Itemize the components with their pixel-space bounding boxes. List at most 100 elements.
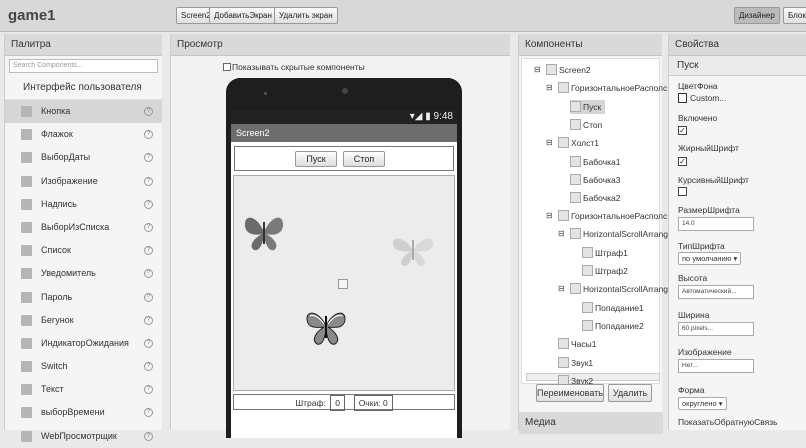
palette-item[interactable]: Switch? bbox=[5, 355, 162, 378]
properties-panel: Свойства Пуск ЦветФона Custom... Включен… bbox=[668, 34, 806, 430]
help-icon[interactable]: ? bbox=[144, 292, 153, 302]
shape-select[interactable]: округлено ▾ bbox=[678, 397, 727, 410]
tree-node[interactable]: ⊟ ГоризонтальноеРасполс bbox=[546, 209, 667, 223]
remove-screen-button[interactable]: Удалить экран bbox=[274, 7, 338, 24]
tree-node[interactable]: ⊟ Холст1 bbox=[546, 136, 599, 150]
tree-node[interactable]: ⊟ Screen2 bbox=[534, 63, 591, 77]
bg-color-picker[interactable]: Custom... bbox=[678, 93, 726, 103]
fontsize-input[interactable]: 14.0 bbox=[678, 217, 754, 231]
palette-item[interactable]: Список? bbox=[5, 239, 162, 262]
tree-node-label: Стоп bbox=[583, 120, 603, 130]
tree-node[interactable]: Штраф1 bbox=[582, 246, 628, 260]
component-icon bbox=[570, 192, 581, 203]
enabled-checkbox[interactable]: ✓ bbox=[678, 126, 687, 135]
help-icon[interactable]: ? bbox=[144, 199, 153, 209]
tree-node[interactable]: Бабочка2 bbox=[570, 191, 621, 205]
palette-item[interactable]: Пароль? bbox=[5, 286, 162, 309]
palette-item-icon bbox=[21, 152, 32, 164]
tree-node[interactable]: Попадание1 bbox=[582, 301, 644, 315]
component-icon bbox=[558, 137, 569, 148]
help-icon[interactable]: ? bbox=[144, 269, 153, 279]
help-icon[interactable]: ? bbox=[144, 385, 153, 395]
palette-item[interactable]: ВыборДаты? bbox=[5, 146, 162, 169]
help-icon[interactable]: ? bbox=[144, 246, 153, 256]
help-icon[interactable]: ? bbox=[144, 431, 153, 441]
components-panel: Компоненты ⊟ Screen2 ⊟ ГоризонтальноеРаспол… bbox=[518, 34, 668, 434]
tree-node[interactable]: ⊟ HorizontalScrollArrang bbox=[558, 282, 668, 296]
butterfly3-sprite[interactable] bbox=[390, 232, 436, 268]
tree-node-label: Попадание1 bbox=[595, 303, 644, 313]
enabled-label: Включено bbox=[678, 113, 718, 123]
collapse-toggle-icon[interactable]: ⊟ bbox=[558, 282, 565, 296]
component-tree: ⊟ Screen2 ⊟ ГоризонтальноеРасполс Пуск Стоп ⊟ Х… bbox=[521, 58, 668, 386]
tree-node[interactable]: Бабочка3 bbox=[570, 173, 621, 187]
phone-mockup: ▾◢ ▮ 9:48 Screen2 Пуск Стоп Штраф: 0 Очк… bbox=[226, 78, 462, 438]
palette-item[interactable]: ВыборИзСписка? bbox=[5, 216, 162, 239]
help-icon[interactable]: ? bbox=[144, 222, 153, 232]
palette-item[interactable]: Флажок? bbox=[5, 123, 162, 146]
help-icon[interactable]: ? bbox=[144, 176, 153, 186]
tree-node[interactable]: Штраф2 bbox=[582, 264, 628, 278]
palette-item-label: Список bbox=[41, 245, 71, 256]
help-icon[interactable]: ? bbox=[144, 338, 153, 348]
butterfly2-sprite[interactable] bbox=[304, 308, 348, 346]
palette-item-label: Надпись bbox=[41, 198, 77, 209]
designer-button[interactable]: Дизайнер bbox=[734, 7, 780, 24]
palette-item[interactable]: Изображение? bbox=[5, 170, 162, 193]
collapse-toggle-icon[interactable]: ⊟ bbox=[558, 227, 565, 241]
palette-item[interactable]: ИндикаторОжидания? bbox=[5, 332, 162, 355]
button-row: Пуск Стоп bbox=[234, 146, 454, 171]
help-icon[interactable]: ? bbox=[144, 107, 153, 116]
signal-icon: ▾◢ ▮ bbox=[409, 111, 434, 122]
palette-item[interactable]: WebПросмотрщик? bbox=[5, 425, 162, 448]
start-button[interactable]: Пуск bbox=[295, 151, 337, 167]
height-label: Высота bbox=[678, 273, 708, 283]
butterfly1-sprite[interactable] bbox=[242, 212, 286, 252]
tree-node[interactable]: Стоп bbox=[570, 118, 602, 132]
palette-item[interactable]: Уведомитель? bbox=[5, 262, 162, 285]
help-icon[interactable]: ? bbox=[144, 315, 153, 325]
palette-item[interactable]: Кнопка? bbox=[5, 100, 162, 124]
collapse-toggle-icon[interactable]: ⊟ bbox=[546, 81, 553, 95]
tree-node[interactable]: Бабочка1 bbox=[570, 155, 621, 169]
palette-category[interactable]: Интерфейс пользователя bbox=[5, 76, 162, 100]
tree-node[interactable]: Звук1 bbox=[558, 356, 593, 370]
palette-item[interactable]: выборВремени? bbox=[5, 401, 162, 424]
camera-dot bbox=[342, 88, 348, 94]
collapse-toggle-icon[interactable]: ⊟ bbox=[546, 209, 553, 223]
component-icon bbox=[546, 64, 557, 75]
tree-node[interactable]: Пуск bbox=[570, 100, 606, 114]
collapse-toggle-icon[interactable]: ⊟ bbox=[534, 63, 541, 77]
height-input[interactable]: Автоматический... bbox=[678, 285, 754, 299]
show-hidden-checkbox[interactable]: Показывать скрытые компоненты bbox=[223, 62, 365, 72]
tree-node-label: Бабочка3 bbox=[583, 175, 621, 185]
blocks-button[interactable]: Блоки bbox=[783, 7, 806, 24]
stop-button[interactable]: Стоп bbox=[343, 151, 385, 167]
bold-checkbox[interactable]: ✓ bbox=[678, 157, 687, 166]
typeface-select[interactable]: по умолчанию ▾ bbox=[678, 252, 742, 265]
tree-node[interactable]: ⊟ ГоризонтальноеРасполс bbox=[546, 81, 667, 95]
search-input[interactable]: Search Components... bbox=[9, 59, 158, 73]
image-input[interactable]: Нет... bbox=[678, 359, 754, 373]
palette-item[interactable]: Надпись? bbox=[5, 193, 162, 216]
delete-button[interactable]: Удалить bbox=[608, 384, 652, 402]
help-icon[interactable]: ? bbox=[144, 362, 153, 372]
score-label: Очки: bbox=[358, 398, 381, 408]
help-icon[interactable]: ? bbox=[144, 153, 153, 163]
help-icon[interactable]: ? bbox=[144, 130, 153, 140]
palette-item[interactable]: Бегунок? bbox=[5, 309, 162, 332]
game-canvas[interactable] bbox=[233, 175, 455, 391]
help-icon[interactable]: ? bbox=[144, 408, 153, 418]
palette-item[interactable]: Текст? bbox=[5, 378, 162, 401]
add-screen-button[interactable]: ДобавитьЭкран bbox=[209, 7, 277, 24]
tree-node[interactable]: Попадание2 bbox=[582, 319, 644, 333]
properties-title: Свойства bbox=[669, 34, 806, 56]
rename-button[interactable]: Переименовать bbox=[536, 384, 604, 402]
width-input[interactable]: 60 pixels... bbox=[678, 322, 754, 336]
media-section[interactable]: Медиа bbox=[519, 412, 663, 434]
collapse-toggle-icon[interactable]: ⊟ bbox=[546, 136, 553, 150]
tree-node[interactable]: ⊟ HorizontalScrollArrang bbox=[558, 227, 668, 241]
tree-node[interactable]: Часы1 bbox=[558, 337, 596, 351]
checkbox-icon[interactable] bbox=[223, 63, 231, 71]
italic-checkbox[interactable] bbox=[678, 187, 687, 196]
